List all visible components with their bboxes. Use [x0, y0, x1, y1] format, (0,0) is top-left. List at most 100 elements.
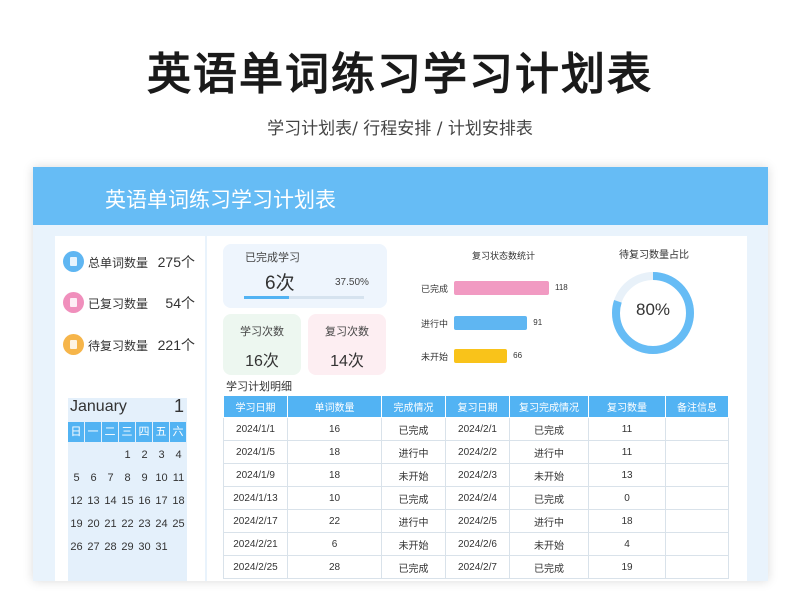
table-cell[interactable]: 13	[588, 463, 666, 487]
calendar-date[interactable]: 23	[136, 513, 153, 536]
calendar-date[interactable]: 26	[68, 536, 85, 559]
calendar-date[interactable]: 22	[119, 513, 136, 536]
table-cell[interactable]: 4	[588, 532, 666, 556]
calendar-date[interactable]: 13	[85, 490, 102, 513]
calendar-date[interactable]: 29	[119, 536, 136, 559]
column-header[interactable]: 学习日期	[223, 395, 288, 418]
table-cell[interactable]: 已完成	[381, 555, 446, 579]
table-row[interactable]: 2024/1/9 18 未开始 2024/2/3 未开始 13	[223, 463, 729, 487]
table-cell[interactable]: 进行中	[509, 509, 589, 533]
calendar-date[interactable]: 5	[68, 467, 85, 490]
calendar-date	[170, 536, 187, 559]
table-cell[interactable]: 已完成	[381, 417, 446, 441]
table-cell[interactable]	[665, 532, 729, 556]
table-cell[interactable]: 6	[287, 532, 382, 556]
table-cell[interactable]: 0	[588, 486, 666, 510]
table-cell[interactable]: 28	[287, 555, 382, 579]
table-cell[interactable]	[665, 463, 729, 487]
calendar-date[interactable]: 14	[102, 490, 119, 513]
calendar-date[interactable]: 10	[153, 467, 170, 490]
column-header[interactable]: 完成情况	[381, 395, 446, 418]
table-cell[interactable]: 已完成	[509, 417, 589, 441]
table-cell[interactable]: 2024/2/6	[445, 532, 510, 556]
table-cell[interactable]: 2024/2/2	[445, 440, 510, 464]
calendar-date[interactable]: 15	[119, 490, 136, 513]
calendar-date[interactable]: 16	[136, 490, 153, 513]
calendar-date[interactable]: 1	[119, 444, 136, 467]
calendar-date[interactable]: 25	[170, 513, 187, 536]
table-row[interactable]: 2024/2/21 6 未开始 2024/2/6 未开始 4	[223, 532, 729, 556]
calendar-date[interactable]: 19	[68, 513, 85, 536]
table-cell[interactable]: 已完成	[381, 486, 446, 510]
bar-label: 进行中	[421, 319, 449, 329]
calendar-date[interactable]: 6	[85, 467, 102, 490]
calendar-date[interactable]: 31	[153, 536, 170, 559]
table-cell[interactable]: 2024/2/25	[223, 555, 288, 579]
table-row[interactable]: 2024/1/5 18 进行中 2024/2/2 进行中 11	[223, 440, 729, 464]
calendar-date[interactable]: 18	[170, 490, 187, 513]
table-cell[interactable]: 11	[588, 440, 666, 464]
table-row[interactable]: 2024/1/13 10 已完成 2024/2/4 已完成 0	[223, 486, 729, 510]
table-cell[interactable]: 2024/1/9	[223, 463, 288, 487]
table-row[interactable]: 2024/1/1 16 已完成 2024/2/1 已完成 11	[223, 417, 729, 441]
calendar-date[interactable]: 28	[102, 536, 119, 559]
calendar-date[interactable]: 4	[170, 444, 187, 467]
calendar-date[interactable]: 21	[102, 513, 119, 536]
table-cell[interactable]: 2024/2/7	[445, 555, 510, 579]
column-header[interactable]: 单词数量	[287, 395, 382, 418]
table-cell[interactable]	[665, 486, 729, 510]
table-cell[interactable]: 进行中	[381, 509, 446, 533]
completed-label: 已完成学习	[245, 252, 300, 264]
table-cell[interactable]: 2024/2/3	[445, 463, 510, 487]
table-cell[interactable]: 2024/2/21	[223, 532, 288, 556]
table-cell[interactable]: 19	[588, 555, 666, 579]
table-cell[interactable]	[665, 440, 729, 464]
table-cell[interactable]: 2024/2/1	[445, 417, 510, 441]
table-cell[interactable]: 进行中	[381, 440, 446, 464]
sheet-banner: 英语单词练习学习计划表	[33, 167, 768, 225]
table-cell[interactable]: 未开始	[509, 463, 589, 487]
table-cell[interactable]: 已完成	[509, 486, 589, 510]
table-cell[interactable]: 18	[287, 440, 382, 464]
bar-value: 91	[533, 318, 543, 327]
table-row[interactable]: 2024/2/17 22 进行中 2024/2/5 进行中 18	[223, 509, 729, 533]
table-cell[interactable]	[665, 555, 729, 579]
table-cell[interactable]	[665, 417, 729, 441]
table-cell[interactable]: 未开始	[509, 532, 589, 556]
table-cell[interactable]: 18	[287, 463, 382, 487]
calendar-date[interactable]: 12	[68, 490, 85, 513]
study-count-value: 16次	[245, 353, 279, 370]
table-cell[interactable]: 18	[588, 509, 666, 533]
table-cell[interactable]: 已完成	[509, 555, 589, 579]
column-header[interactable]: 复习完成情况	[509, 395, 589, 418]
calendar-date[interactable]: 2	[136, 444, 153, 467]
table-cell[interactable]: 未开始	[381, 532, 446, 556]
table-cell[interactable]: 2024/2/5	[445, 509, 510, 533]
calendar-date[interactable]: 20	[85, 513, 102, 536]
table-cell[interactable]: 11	[588, 417, 666, 441]
table-cell[interactable]: 2024/2/17	[223, 509, 288, 533]
table-cell[interactable]: 16	[287, 417, 382, 441]
table-row[interactable]: 2024/2/25 28 已完成 2024/2/7 已完成 19	[223, 555, 729, 579]
calendar-date[interactable]: 17	[153, 490, 170, 513]
calendar-date[interactable]: 27	[85, 536, 102, 559]
table-cell[interactable]: 进行中	[509, 440, 589, 464]
table-cell[interactable]: 10	[287, 486, 382, 510]
calendar-date[interactable]: 3	[153, 444, 170, 467]
table-cell[interactable]: 22	[287, 509, 382, 533]
table-cell[interactable]: 2024/1/13	[223, 486, 288, 510]
table-cell[interactable]: 未开始	[381, 463, 446, 487]
calendar-date[interactable]: 30	[136, 536, 153, 559]
calendar-date[interactable]: 11	[170, 467, 187, 490]
column-header[interactable]: 复习日期	[445, 395, 510, 418]
calendar-date[interactable]: 7	[102, 467, 119, 490]
column-header[interactable]: 备注信息	[665, 395, 729, 418]
calendar-date[interactable]: 9	[136, 467, 153, 490]
table-cell[interactable]	[665, 509, 729, 533]
table-cell[interactable]: 2024/2/4	[445, 486, 510, 510]
table-cell[interactable]: 2024/1/5	[223, 440, 288, 464]
calendar-date[interactable]: 8	[119, 467, 136, 490]
table-cell[interactable]: 2024/1/1	[223, 417, 288, 441]
calendar-date[interactable]: 24	[153, 513, 170, 536]
column-header[interactable]: 复习数量	[588, 395, 666, 418]
